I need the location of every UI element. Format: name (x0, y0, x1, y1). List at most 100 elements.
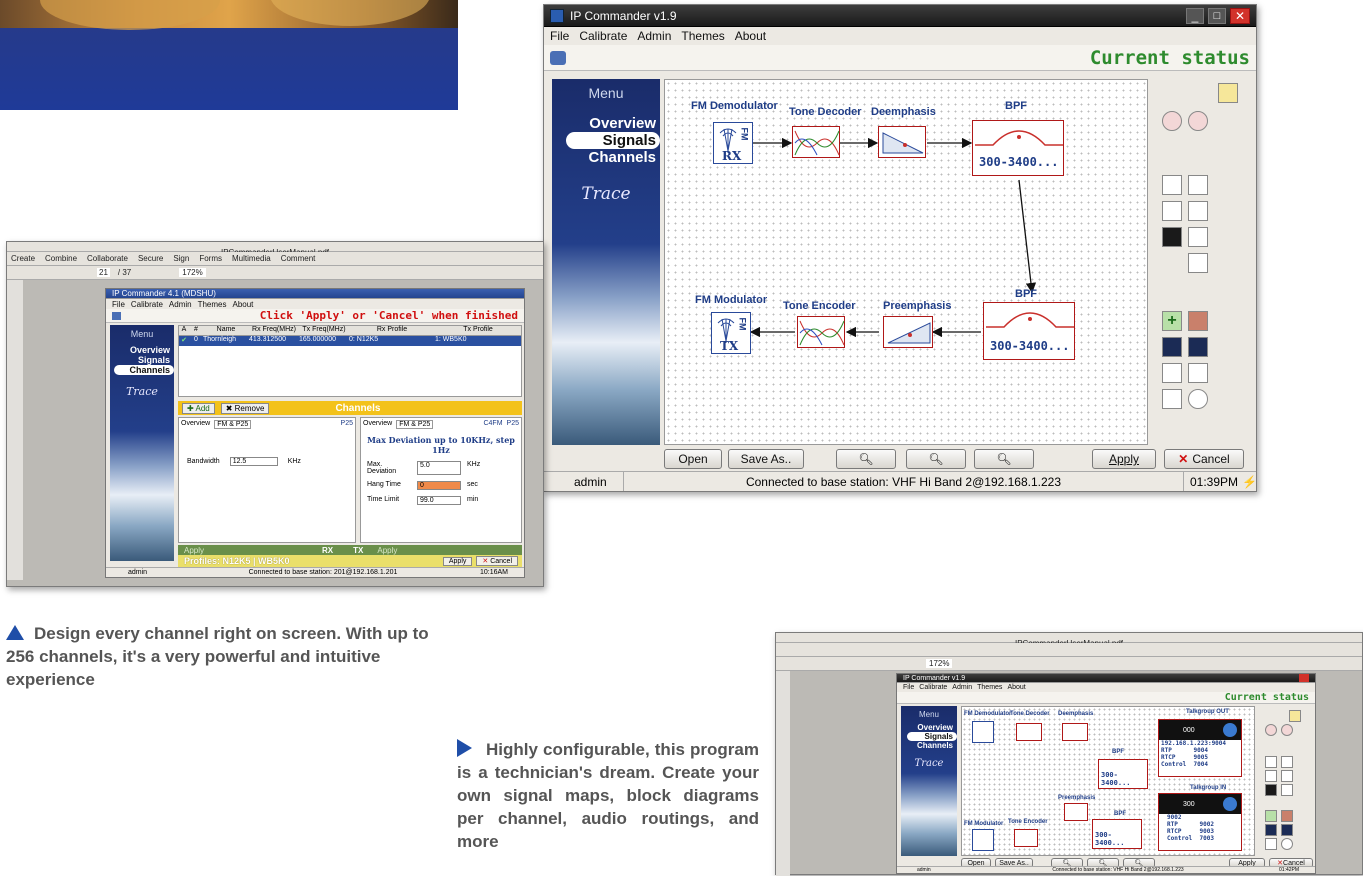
bandwidth-select[interactable]: 12.5 (229, 457, 278, 466)
notch-icon[interactable] (1281, 770, 1293, 782)
add-icon[interactable] (1265, 810, 1277, 822)
tab-c4fm[interactable]: C4FM (483, 420, 502, 429)
speaker-icon[interactable] (1188, 389, 1208, 409)
highpass-icon[interactable] (1281, 784, 1293, 796)
menu-calibrate[interactable]: Calibrate (919, 684, 947, 691)
globe-out-icon[interactable] (1281, 824, 1293, 836)
trace-logo[interactable]: Trace (110, 385, 174, 398)
sidebar-item-channels[interactable]: Channels (552, 149, 660, 166)
sidebar-item-signals[interactable]: Signals (566, 132, 660, 149)
trace-logo[interactable]: Trace (901, 758, 957, 769)
preemphasis-icon[interactable] (1188, 175, 1208, 195)
sidebar-item-signals[interactable]: Signals (110, 355, 174, 365)
menu-admin[interactable]: Admin (169, 300, 192, 309)
tab-fm-p25[interactable]: FM & P25 (214, 420, 252, 429)
pdf-tool-comment[interactable]: Comment (281, 254, 316, 263)
zoom-reset-button[interactable]: 🔍︎ (906, 449, 966, 469)
table-row[interactable]: ✔ 0 Thornleigh 413.312500 165.000000 0: … (179, 336, 521, 346)
bpf-bottom-block[interactable]: 300-3400... (1092, 819, 1142, 849)
talkgroup-out-block[interactable]: 000 192.168.1.223:9004 RTP 9004 RTCP 900… (1158, 719, 1242, 777)
pdf-zoom[interactable]: 172% (926, 659, 953, 668)
menu-file[interactable]: File (550, 29, 569, 43)
add-channel-button[interactable]: ✚ Add (182, 402, 215, 414)
max-deviation-input[interactable]: 5.0 (417, 461, 461, 475)
apply-button[interactable]: Apply (1092, 449, 1156, 469)
sidebar-item-overview[interactable]: Overview (552, 115, 660, 132)
pdf-tool-forms[interactable]: Forms (199, 254, 222, 263)
globe-in-icon[interactable] (1265, 824, 1277, 836)
trace-logo[interactable]: Trace (552, 184, 660, 204)
zoom-out-button[interactable]: 🔍︎ (974, 449, 1034, 469)
preemphasis-block[interactable] (883, 316, 933, 348)
noise-icon[interactable] (1265, 784, 1277, 796)
users-icon[interactable] (112, 311, 121, 320)
fm-demodulator-block[interactable] (972, 721, 994, 743)
remove-channel-button[interactable]: ✖ Remove (220, 402, 270, 414)
pdf-tool-combine[interactable]: Combine (45, 254, 77, 263)
avatar-icon[interactable] (1188, 311, 1208, 331)
tone-encoder-block[interactable] (1014, 829, 1038, 847)
rx-icon[interactable] (1162, 111, 1182, 131)
tone-encoder-block[interactable] (797, 316, 845, 348)
minimize-button[interactable]: _ (1186, 7, 1204, 24)
menu-about[interactable]: About (735, 29, 766, 43)
deemphasis-icon[interactable] (1162, 175, 1182, 195)
bpf-top-block[interactable]: 300-3400... (1098, 759, 1148, 789)
pdf-tool-sign[interactable]: Sign (173, 254, 189, 263)
close-button[interactable] (1299, 674, 1309, 682)
close-button[interactable]: ✕ (1230, 7, 1250, 24)
users-icon[interactable] (550, 50, 566, 65)
rx-apply-button[interactable]: Apply (184, 546, 204, 555)
globe-out-icon[interactable] (1188, 337, 1208, 357)
sidebar-item-overview[interactable]: Overview (901, 723, 957, 732)
menu-file[interactable]: File (903, 684, 914, 691)
menu-file[interactable]: File (112, 300, 125, 309)
mic-icon[interactable] (1162, 363, 1182, 383)
menu-about[interactable]: About (233, 300, 254, 309)
pdf-tool-secure[interactable]: Secure (138, 254, 163, 263)
menu-about[interactable]: About (1007, 684, 1025, 691)
cell-tx-profile[interactable]: 1: WB5K0 (435, 336, 521, 346)
menu-themes[interactable]: Themes (977, 684, 1002, 691)
talkgroup-in-block[interactable]: 300 9002 RTP 9002 RTCP 9003 Control 7003 (1158, 793, 1242, 851)
tone-icon[interactable] (1162, 201, 1182, 221)
globe-in-icon[interactable] (1162, 337, 1182, 357)
signal-flow-canvas[interactable]: FM Demodulator Tone Decoder Deemphasis B… (961, 706, 1255, 856)
pdf-page-number[interactable]: 21 (97, 268, 110, 277)
menu-admin[interactable]: Admin (952, 684, 972, 691)
sidebar-item-channels[interactable]: Channels (114, 365, 174, 375)
save-as-button[interactable]: Save As.. (728, 449, 804, 469)
deemphasis-block[interactable] (878, 126, 926, 158)
sidebar-item-signals[interactable]: Signals (907, 732, 957, 741)
cell-active[interactable]: ✔ (179, 336, 189, 346)
avatar-icon[interactable] (1281, 810, 1293, 822)
palette-image-icon[interactable] (1218, 83, 1238, 103)
fm-demodulator-block[interactable]: FM RX (713, 122, 753, 164)
tone-decoder-block[interactable] (1016, 723, 1042, 741)
bpf-top-block[interactable]: 300-3400... (972, 120, 1064, 176)
notch-icon[interactable] (1188, 227, 1208, 247)
pdf-tool-multimedia[interactable]: Multimedia (232, 254, 271, 263)
add-icon[interactable]: + (1162, 311, 1182, 331)
cell-rx-profile[interactable]: 0: N12K5 (349, 336, 435, 346)
rx-icon[interactable] (1265, 724, 1277, 736)
zoom-in-button[interactable]: 🔍︎ (836, 449, 896, 469)
tab-overview[interactable]: Overview (181, 420, 210, 429)
tx-icon[interactable] (1281, 724, 1293, 736)
speaker-icon[interactable] (1281, 838, 1293, 850)
cancel-button[interactable]: ✕ Cancel (476, 556, 518, 566)
time-limit-input[interactable]: 99.0 (417, 496, 461, 505)
deemphasis-block[interactable] (1062, 723, 1088, 741)
fm-modulator-block[interactable]: FM TX (711, 312, 751, 354)
tab-overview[interactable]: Overview (363, 420, 392, 429)
signal-flow-canvas[interactable]: FM Demodulator FM RX Tone Decoder Deemph… (664, 79, 1148, 445)
menu-admin[interactable]: Admin (637, 29, 671, 43)
tone-decoder-block[interactable] (792, 126, 840, 158)
tab-p25[interactable]: P25 (341, 420, 353, 429)
mic-icon[interactable] (1265, 838, 1277, 850)
noise-icon[interactable] (1162, 227, 1182, 247)
preemphasis-block[interactable] (1064, 803, 1088, 821)
hang-time-input[interactable]: 0 (417, 481, 461, 490)
apply-button[interactable]: Apply (442, 556, 473, 566)
cancel-button[interactable]: ✕ Cancel (1164, 449, 1244, 469)
